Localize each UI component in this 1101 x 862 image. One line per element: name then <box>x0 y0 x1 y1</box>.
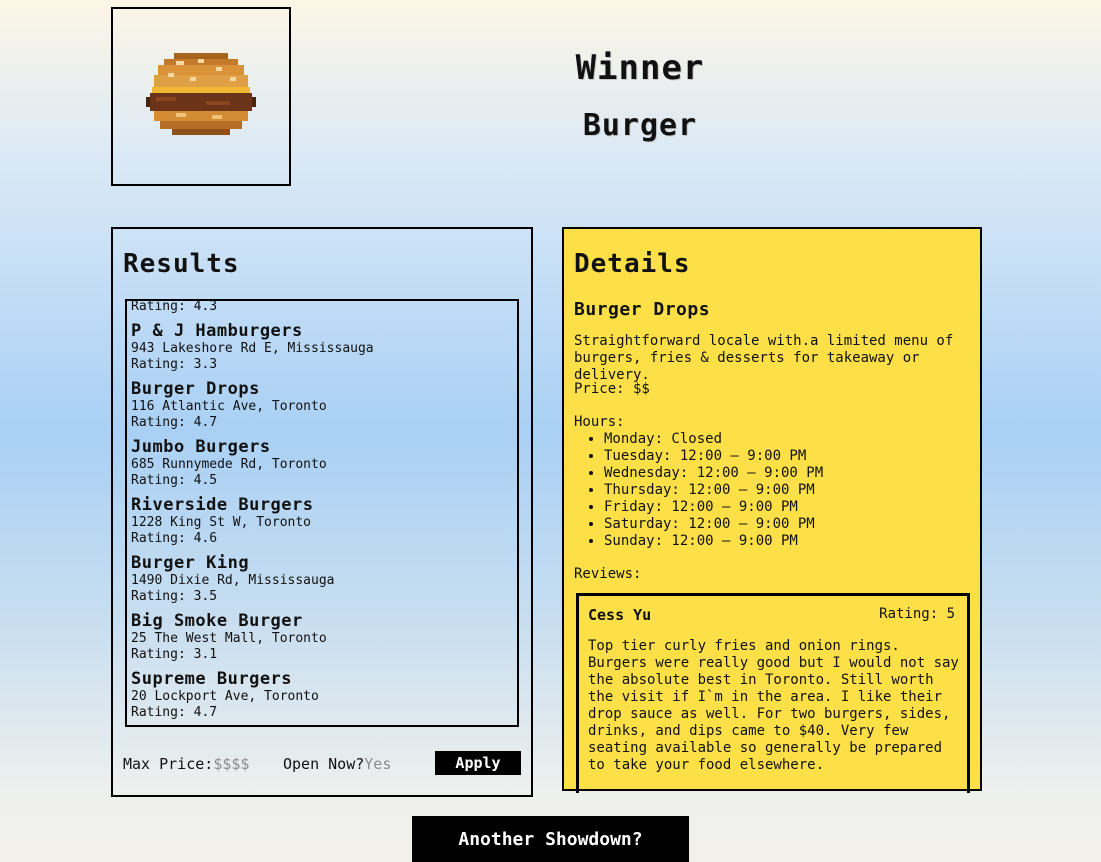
restaurant-description: Straightforward locale with.a limited me… <box>574 333 954 383</box>
result-rating: Rating: 4.6 <box>131 531 218 546</box>
result-name: P & J Hamburgers <box>131 321 303 341</box>
hours-item: Tuesday: 12:00 – 9:00 PM <box>604 448 823 465</box>
result-rating: Rating: 3.1 <box>131 647 218 662</box>
hours-item: Sunday: 12:00 – 9:00 PM <box>604 533 823 550</box>
result-rating: Rating: 3.3 <box>131 357 218 372</box>
result-name: Jumbo Burgers <box>131 437 271 457</box>
max-price-label: Max Price: <box>123 755 214 773</box>
result-rating: Rating: 4.3 <box>131 299 218 314</box>
restaurant-name: Burger Drops <box>574 299 711 320</box>
apply-button[interactable]: Apply <box>435 751 521 775</box>
result-address: 943 Lakeshore Rd E, Mississauga <box>131 341 374 356</box>
open-now-value[interactable]: Yes <box>364 755 391 773</box>
review-rating: Rating: 5 <box>879 606 955 622</box>
hours-item: Wednesday: 12:00 – 9:00 PM <box>604 465 823 482</box>
result-address: 25 The West Mall, Toronto <box>131 631 327 646</box>
result-rating: Rating: 4.7 <box>131 415 218 430</box>
result-item[interactable]: Riverside Burgers 1228 King St W, Toront… <box>131 495 513 547</box>
hours-item: Thursday: 12:00 – 9:00 PM <box>604 482 823 499</box>
result-item[interactable]: Jumbo Burgers 685 Runnymede Rd, Toronto … <box>131 437 513 489</box>
result-name: Big Smoke Burger <box>131 611 303 631</box>
review-author: Cess Yu <box>588 606 652 624</box>
details-panel: Details Burger Drops Straightforward loc… <box>562 227 982 793</box>
result-rating: Rating: 4.7 <box>131 705 218 720</box>
result-address: 20 Lockport Ave, Toronto <box>131 689 319 704</box>
hours-label: Hours: <box>574 414 625 430</box>
filters-bar: Max Price:$$$$ Open Now?Yes Apply <box>123 751 521 777</box>
winner-title: Winner <box>575 48 705 88</box>
winner-image-frame <box>111 7 291 186</box>
details-title: Details <box>574 249 691 279</box>
results-title: Results <box>123 249 240 279</box>
hours-item: Friday: 12:00 – 9:00 PM <box>604 499 823 516</box>
result-item[interactable]: Big Smoke Burger 25 The West Mall, Toron… <box>131 611 513 663</box>
result-address: 685 Runnymede Rd, Toronto <box>131 457 327 472</box>
result-name: Burger Drops <box>131 379 260 399</box>
result-item[interactable]: Burger King 1490 Dixie Rd, Mississauga R… <box>131 553 513 605</box>
result-address: 1228 King St W, Toronto <box>131 515 312 530</box>
results-list-content: Rating: 4.3 P & J Hamburgers 943 Lakesho… <box>131 299 513 721</box>
review-text: Top tier curly fries and onion rings. Bu… <box>588 638 959 773</box>
result-address: 116 Atlantic Ave, Toronto <box>131 399 327 414</box>
max-price-filter[interactable]: Max Price:$$$$ <box>123 751 249 777</box>
result-rating: Rating: 3.5 <box>131 589 218 604</box>
burger-icon <box>146 52 256 135</box>
result-name: Burger King <box>131 553 250 573</box>
open-now-filter[interactable]: Open Now?Yes <box>283 751 391 777</box>
results-panel: Results Rating: 4.3 P & J Hamburgers 943… <box>111 227 533 797</box>
max-price-value[interactable]: $$$$ <box>213 755 249 773</box>
result-item[interactable]: P & J Hamburgers 943 Lakeshore Rd E, Mis… <box>131 321 513 373</box>
result-item[interactable]: Burger Drops 116 Atlantic Ave, Toronto R… <box>131 379 513 431</box>
hours-list: Monday: Closed Tuesday: 12:00 – 9:00 PM … <box>574 431 823 550</box>
result-name: Supreme Burgers <box>131 669 293 689</box>
hours-item: Saturday: 12:00 – 9:00 PM <box>604 516 823 533</box>
open-now-label: Open Now? <box>283 755 365 773</box>
another-showdown-button[interactable]: Another Showdown? <box>412 816 689 862</box>
reviews-label: Reviews: <box>574 566 642 582</box>
result-address: 1490 Dixie Rd, Mississauga <box>131 573 335 588</box>
result-item[interactable]: Supreme Burgers 20 Lockport Ave, Toronto… <box>131 669 513 721</box>
review-card[interactable]: Cess Yu Rating: 5 Top tier curly fries a… <box>576 593 970 793</box>
hours-item: Monday: Closed <box>604 431 823 448</box>
restaurant-price: Price: $$ <box>574 381 650 397</box>
winner-category: Burger <box>582 108 698 143</box>
results-list[interactable]: Rating: 4.3 P & J Hamburgers 943 Lakesho… <box>125 299 519 727</box>
result-name: Riverside Burgers <box>131 495 314 515</box>
result-rating: Rating: 4.5 <box>131 473 218 488</box>
